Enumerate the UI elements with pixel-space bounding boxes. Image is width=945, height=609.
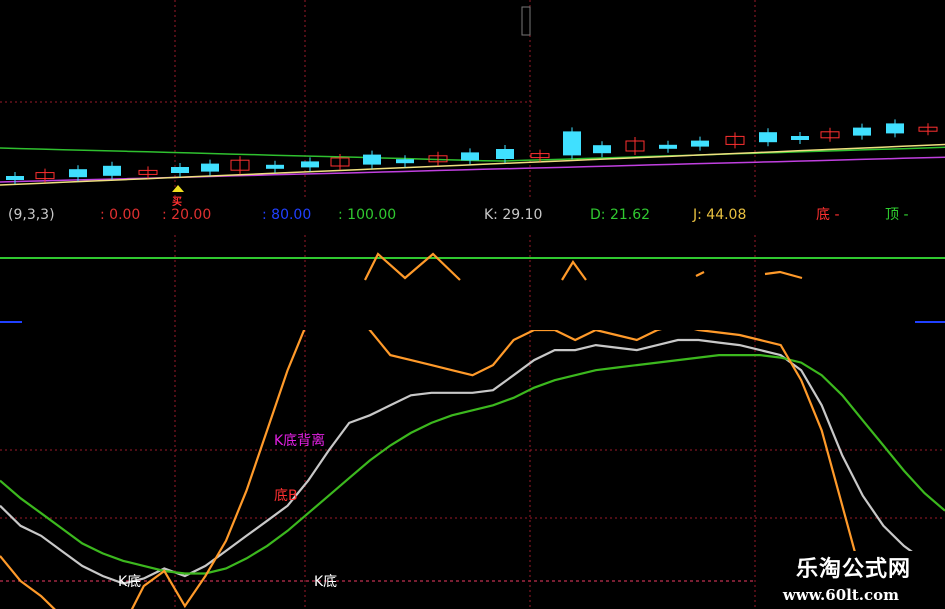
top-signal-zigzag (561, 260, 587, 281)
candle-body (396, 159, 414, 164)
header-params: (9,3,3) (8, 207, 55, 223)
candle-body (759, 132, 777, 143)
buy-arrow-icon (172, 185, 184, 192)
candle-body (103, 165, 121, 176)
header-d-value: D: 21.62 (590, 207, 650, 223)
candle-body (791, 136, 809, 140)
header-level-100: : 100.00 (338, 207, 396, 223)
candle-body (461, 152, 479, 161)
candle-body (363, 154, 381, 165)
watermark-url: www.60lt.com (782, 586, 899, 604)
header-level-80: : 80.00 (262, 207, 311, 223)
kdj-line-k (0, 338, 945, 585)
header-top-signal: 顶 - (885, 207, 909, 223)
price-ma-yellow (0, 143, 945, 186)
watermark: 乐淘公式网 www.60lt.com (777, 551, 945, 609)
chart-canvas: 买 (9,3,3): 0.00: 20.00: 80.00: 100.00 K: … (0, 0, 945, 609)
k-bottom-label-1: K底 (118, 574, 141, 590)
top-signal-zigzag (764, 270, 803, 280)
k-bottom-label-2: K底 (314, 574, 337, 590)
header-j-value: J: 44.08 (692, 207, 746, 223)
candle-body (201, 163, 219, 172)
header-level-0: : 0.00 (100, 207, 140, 223)
header-k-value: K: 29.10 (484, 207, 542, 223)
candle-body (659, 144, 677, 149)
top-signal-zigzag (695, 271, 705, 277)
candle-body (691, 140, 709, 147)
candle-body (563, 131, 581, 156)
candle-body (593, 145, 611, 154)
bottom-b-label: 底B (274, 488, 298, 504)
candle-body (69, 169, 87, 178)
candle-body (266, 164, 284, 169)
header-bottom-signal: 底 - (816, 207, 840, 223)
candle-body (171, 167, 189, 173)
watermark-title: 乐淘公式网 (795, 557, 911, 582)
candle-body (301, 161, 319, 168)
candle-body (886, 123, 904, 134)
candle-body (6, 176, 24, 180)
candle-body (496, 149, 514, 159)
kdj-chart-screen: 买 (9,3,3): 0.00: 20.00: 80.00: 100.00 K: … (0, 0, 945, 609)
candle-body (521, 6, 531, 36)
header-level-20: : 20.00 (162, 207, 211, 223)
candle-body (853, 127, 871, 136)
k-bottom-divergence-label: K底背离 (274, 432, 325, 449)
